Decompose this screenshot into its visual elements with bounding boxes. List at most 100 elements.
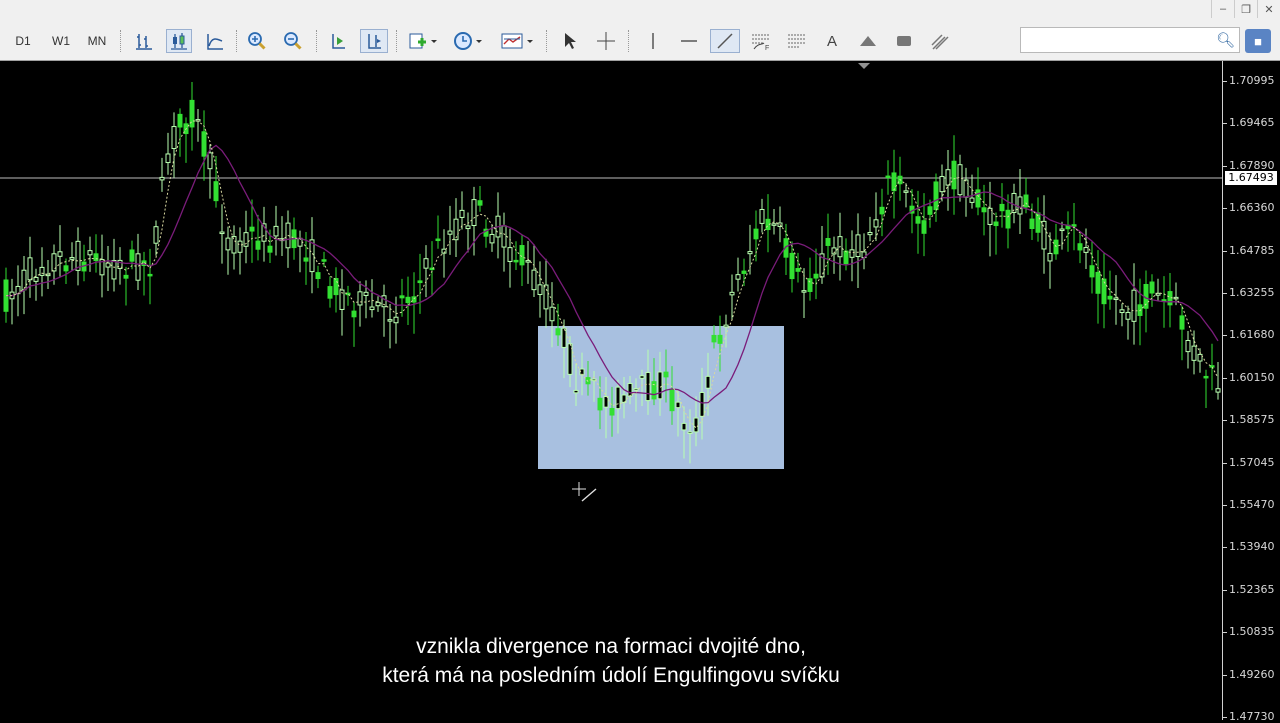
text-icon[interactable]: A bbox=[820, 29, 844, 53]
candle-body bbox=[597, 397, 603, 411]
candle-body bbox=[477, 200, 483, 206]
candle-body bbox=[825, 238, 831, 246]
candle-body bbox=[351, 310, 357, 318]
close-button[interactable]: ✕ bbox=[1257, 0, 1280, 18]
restore-button[interactable]: ❐ bbox=[1234, 0, 1257, 18]
vertical-line-icon[interactable] bbox=[640, 29, 666, 53]
bar-chart-icon[interactable] bbox=[131, 29, 157, 53]
candle-body bbox=[1095, 271, 1101, 294]
candle-body bbox=[525, 260, 531, 263]
candle-body bbox=[1017, 196, 1023, 215]
horizontal-line-icon[interactable] bbox=[676, 29, 702, 53]
candle-body bbox=[963, 179, 969, 198]
autoscroll-icon[interactable] bbox=[325, 29, 351, 53]
candlestick-icon[interactable] bbox=[166, 29, 192, 53]
price-tick-label: 1.69465 bbox=[1229, 116, 1275, 130]
candle-body bbox=[69, 257, 75, 260]
price-axis: 1.70995 1.69465 1.67890 1.66360 1.64785 1.632… bbox=[1222, 61, 1280, 723]
candle-body bbox=[267, 245, 273, 253]
candle-body bbox=[891, 172, 897, 192]
rectangle-icon[interactable] bbox=[891, 29, 917, 53]
candle-body bbox=[549, 306, 555, 322]
zoom-out-icon[interactable] bbox=[280, 29, 306, 53]
candle-body bbox=[693, 417, 699, 433]
candle-body bbox=[927, 206, 933, 215]
candle-body bbox=[999, 203, 1005, 212]
candle-body bbox=[969, 197, 975, 203]
price-tick-label: 1.64785 bbox=[1229, 243, 1275, 257]
candle-body bbox=[327, 286, 333, 299]
zoom-in-icon[interactable] bbox=[244, 29, 270, 53]
periods-clock-icon[interactable] bbox=[450, 29, 486, 53]
candle-body bbox=[723, 324, 729, 328]
price-chart[interactable] bbox=[0, 61, 1222, 720]
candle-body bbox=[957, 164, 963, 196]
price-tick-mark bbox=[1223, 674, 1227, 676]
channels-icon[interactable] bbox=[784, 29, 810, 53]
candle-body bbox=[795, 268, 801, 272]
price-tick-mark bbox=[1223, 547, 1227, 549]
candle-body bbox=[213, 181, 219, 202]
candle-body bbox=[57, 251, 63, 257]
candle-body bbox=[1089, 265, 1095, 278]
candle-body bbox=[1131, 289, 1137, 322]
candle-body bbox=[807, 278, 813, 292]
price-tick-mark bbox=[1223, 505, 1227, 506]
search-icon[interactable]: 🔍︎ bbox=[1216, 31, 1235, 49]
crosshair-icon[interactable] bbox=[593, 29, 619, 53]
line-chart-icon[interactable] bbox=[202, 29, 228, 53]
search-input[interactable]: 🔍︎ bbox=[1020, 27, 1240, 53]
fibonacci-icon[interactable]: F bbox=[748, 29, 774, 53]
candle-body bbox=[33, 276, 39, 282]
candle-body bbox=[153, 226, 159, 244]
period-mn-button[interactable]: MN bbox=[82, 29, 112, 53]
chart-shift-icon[interactable] bbox=[360, 29, 388, 53]
equidistant-channel-icon[interactable] bbox=[927, 29, 953, 53]
candle-body bbox=[1209, 365, 1215, 368]
toolbar-separator bbox=[236, 30, 239, 52]
messages-icon[interactable]: ■ bbox=[1245, 29, 1271, 53]
candle-body bbox=[399, 295, 405, 299]
price-tick-label: 1.70995 bbox=[1229, 74, 1275, 87]
price-tick-label: 1.52365 bbox=[1229, 582, 1275, 596]
candle-body bbox=[231, 236, 237, 254]
price-tick-mark bbox=[1223, 123, 1227, 125]
candle-body bbox=[273, 225, 279, 237]
cursor-icon[interactable] bbox=[556, 29, 582, 53]
candle-body bbox=[729, 291, 735, 296]
candle-body bbox=[1197, 353, 1203, 362]
candle-body bbox=[1119, 309, 1125, 314]
candle-body bbox=[663, 371, 669, 378]
candle-body bbox=[711, 334, 717, 343]
candle-body bbox=[165, 153, 171, 164]
price-tick-mark bbox=[1223, 293, 1227, 294]
trendline-icon[interactable] bbox=[710, 29, 740, 53]
period-d1-button[interactable]: D1 bbox=[8, 29, 38, 53]
period-w1-button[interactable]: W1 bbox=[46, 29, 76, 53]
candle-body bbox=[843, 250, 849, 265]
templates-icon[interactable] bbox=[497, 29, 537, 53]
subtitle-line-1: vznikla divergence na formaci dvojité dn… bbox=[416, 635, 806, 658]
indicators-icon[interactable] bbox=[404, 29, 440, 53]
arrow-shape-icon[interactable] bbox=[855, 29, 881, 53]
price-tick-mark bbox=[1223, 250, 1227, 252]
candle-body bbox=[735, 274, 741, 280]
candle-body bbox=[123, 274, 129, 279]
candle-body bbox=[255, 240, 261, 250]
candle-body bbox=[627, 382, 633, 397]
candle-body bbox=[1185, 340, 1191, 353]
candle-body bbox=[237, 240, 243, 253]
candle-body bbox=[543, 284, 549, 310]
price-tick-mark bbox=[1223, 165, 1227, 167]
candle-body bbox=[321, 259, 327, 262]
minimize-button[interactable]: – bbox=[1211, 0, 1234, 18]
candle-body bbox=[633, 388, 639, 391]
candle-body bbox=[639, 375, 645, 379]
candle-body bbox=[849, 249, 855, 258]
candle-body bbox=[867, 231, 873, 236]
candle-body bbox=[1059, 228, 1065, 232]
video-subtitles: vznikla divergence na formaci dvojité dn… bbox=[0, 632, 1222, 690]
candle-body bbox=[1203, 375, 1209, 379]
candle-body bbox=[951, 160, 957, 190]
candle-body bbox=[159, 176, 165, 181]
